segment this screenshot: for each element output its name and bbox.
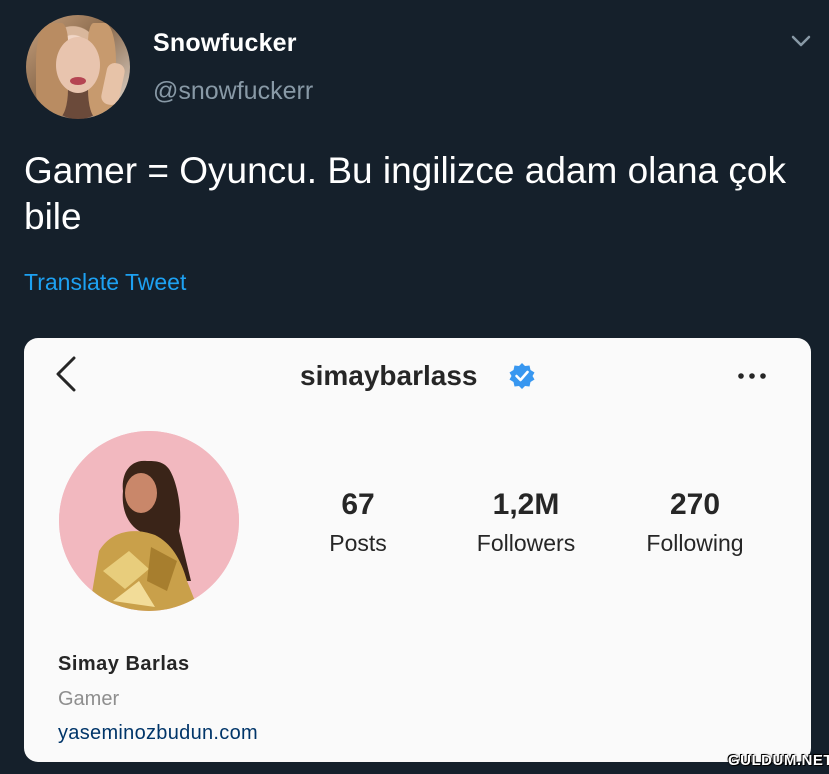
bio-category: Gamer [58, 688, 120, 710]
user-handle[interactable]: @snowfuckerr [153, 77, 313, 106]
stat-following[interactable]: 270 Following [625, 488, 765, 557]
posts-count: 67 [341, 488, 375, 521]
verified-badge-icon [509, 363, 535, 389]
profile-picture [59, 431, 239, 611]
avatar-lips [70, 77, 86, 85]
followers-label: Followers [476, 530, 576, 556]
translate-tweet-link[interactable]: Translate Tweet [24, 269, 186, 296]
back-chevron-icon [56, 356, 76, 392]
stat-posts[interactable]: 67 Posts [298, 488, 418, 557]
display-name[interactable]: Snowfucker [153, 29, 297, 58]
more-dots-icon [738, 373, 766, 379]
followers-count: 1,2M [492, 488, 560, 521]
instagram-username: simaybarlass [300, 360, 478, 391]
following-count: 270 [669, 488, 721, 521]
chevron-down-icon[interactable] [790, 33, 812, 49]
watermark: GULDUM.NET [728, 752, 829, 769]
following-label: Following [646, 530, 744, 556]
posts-label: Posts [329, 530, 387, 556]
instagram-screenshot[interactable]: simaybarlass 67 Posts 1,2M Followers 270… [24, 338, 811, 762]
bio-website-link[interactable]: yaseminozbudun.com [58, 722, 258, 745]
stat-followers[interactable]: 1,2M Followers [456, 488, 596, 557]
profile-photo-illustration [59, 431, 239, 611]
tweet-text: Gamer = Oyuncu. Bu ingilizce adam olana … [24, 150, 786, 237]
avatar[interactable] [26, 15, 130, 119]
tweet: Snowfucker @snowfuckerr Gamer = Oyuncu. … [0, 0, 829, 774]
bio-name: Simay Barlas [58, 653, 190, 675]
